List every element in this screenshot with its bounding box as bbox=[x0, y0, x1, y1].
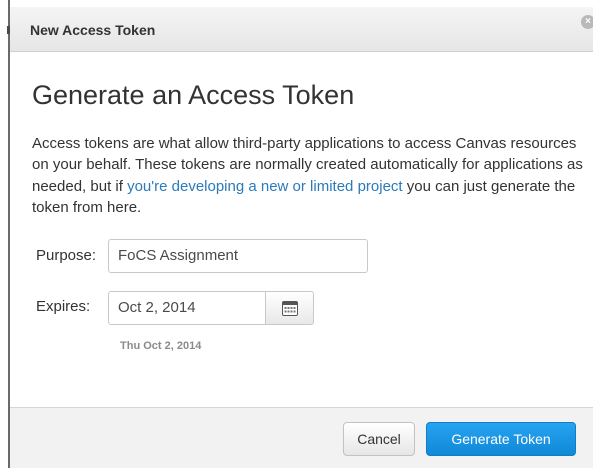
expires-date-hint: Thu Oct 2, 2014 bbox=[120, 340, 202, 352]
page: New Access Token × Generate an Access To… bbox=[0, 0, 593, 468]
calendar-icon bbox=[282, 301, 298, 316]
purpose-label: Purpose: bbox=[36, 247, 97, 264]
expires-date-input[interactable]: Oct 2, 2014 bbox=[108, 291, 266, 325]
cancel-button[interactable]: Cancel bbox=[343, 422, 415, 456]
description-text: Access tokens are what allow third-party… bbox=[32, 133, 587, 218]
date-picker-button[interactable] bbox=[265, 291, 314, 325]
expires-label: Expires: bbox=[36, 298, 91, 315]
close-icon[interactable]: × bbox=[581, 15, 593, 29]
dialog-footer: Cancel Generate Token bbox=[10, 407, 593, 468]
purpose-input[interactable]: FoCS Assignment bbox=[108, 239, 368, 273]
developer-project-link[interactable]: you're developing a new or limited proje… bbox=[127, 178, 403, 195]
page-title: Generate an Access Token bbox=[32, 80, 355, 110]
generate-token-button[interactable]: Generate Token bbox=[426, 422, 576, 456]
dialog-title: New Access Token bbox=[30, 22, 156, 38]
new-access-token-dialog: New Access Token × Generate an Access To… bbox=[10, 0, 593, 468]
dialog-titlebar: New Access Token × bbox=[10, 7, 593, 52]
